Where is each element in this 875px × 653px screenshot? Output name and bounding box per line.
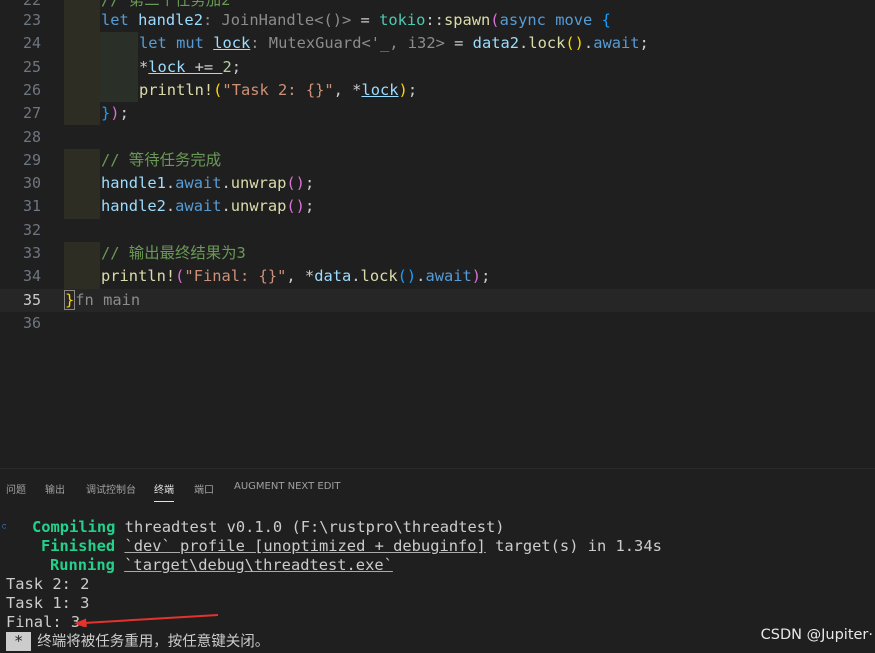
code-text[interactable]: println!("Task 2: {}", *lock);	[139, 79, 417, 102]
code-text[interactable]: handle1.await.unwrap();	[101, 172, 314, 195]
code-text[interactable]: // 输出最终结果为3	[101, 242, 246, 265]
code-line-26[interactable]: 26 println!("Task 2: {}", *lock);	[0, 78, 875, 103]
line-number-active: 35	[22, 290, 41, 309]
tab-debug-console[interactable]: 调试控制台	[86, 481, 136, 496]
code-line-28[interactable]: 28	[0, 126, 875, 149]
line-number: 26	[22, 80, 41, 99]
terminal-output-line: Task 2: 2	[6, 575, 90, 593]
code-line-36[interactable]: 36	[0, 312, 875, 335]
code-line-31[interactable]: 31 handle2.await.unwrap();	[0, 195, 875, 219]
code-line-25[interactable]: 25 *lock += 2;	[0, 55, 875, 79]
line-number: 34	[22, 267, 41, 286]
task-spinner-icon: ◦	[0, 519, 6, 535]
terminal-reuse-message: * 终端将被任务重用，按任意键关闭。	[6, 632, 269, 652]
line-number: 23	[22, 11, 41, 29]
matched-brace: }	[64, 289, 76, 310]
code-line-27[interactable]: 27 });	[0, 102, 875, 126]
tab-augment-next-edit[interactable]: AUGMENT NEXT EDIT	[234, 481, 340, 492]
tab-problems[interactable]: 问题	[6, 481, 26, 496]
code-line-32[interactable]: 32	[0, 219, 875, 242]
code-text[interactable]: // 等待任务完成	[101, 149, 221, 172]
code-text[interactable]: handle2.await.unwrap();	[101, 195, 314, 218]
code-text[interactable]: *lock += 2;	[139, 56, 241, 79]
code-text[interactable]: });	[101, 102, 129, 125]
line-number: 36	[22, 313, 41, 332]
terminal-line-finished: Finished `dev` profile [unoptimized + de…	[41, 537, 662, 555]
tab-ports[interactable]: 端口	[194, 481, 214, 496]
code-line-33[interactable]: 33 // 输出最终结果为3	[0, 242, 875, 266]
line-number: 24	[22, 34, 41, 53]
terminal-line-compiling: Compiling threadtest v0.1.0 (F:\rustpro\…	[32, 518, 505, 536]
red-arrow-annotation	[74, 614, 219, 627]
code-text[interactable]: let handle2: JoinHandle<()> = tokio::spa…	[101, 9, 611, 32]
line-number: 31	[22, 197, 41, 216]
code-line-24[interactable]: 24 let mut lock: MutexGuard<'_, i32> = d…	[0, 32, 875, 56]
line-number: 25	[22, 57, 41, 76]
code-text[interactable]: let mut lock: MutexGuard<'_, i32> = data…	[139, 32, 649, 55]
code-line-30[interactable]: 30 handle1.await.unwrap();	[0, 172, 875, 196]
line-number: 29	[22, 150, 41, 169]
code-text[interactable]: }fn main	[64, 289, 140, 312]
code-line-35[interactable]: 35 }fn main	[0, 288, 875, 312]
code-line-34[interactable]: 34 println!("Final: {}", *data.lock().aw…	[0, 265, 875, 289]
line-number: 33	[22, 244, 41, 262]
code-line-29[interactable]: 29 // 等待任务完成	[0, 148, 875, 173]
code-line-23[interactable]: 23 let handle2: JoinHandle<()> = tokio::…	[0, 9, 875, 33]
reuse-badge: *	[6, 632, 32, 651]
inlay-hint: fn main	[75, 290, 141, 309]
code-editor[interactable]: 22 // 第二个任务加2 23 let handle2: JoinHandle…	[0, 0, 875, 468]
code-text[interactable]: println!("Final: {}", *data.lock().await…	[101, 265, 490, 288]
terminal[interactable]: ◦ Compiling threadtest v0.1.0 (F:\rustpr…	[0, 507, 875, 653]
line-number: 28	[22, 127, 41, 146]
terminal-line-running: Running `target\debug\threadtest.exe`	[50, 556, 393, 574]
line-number: 32	[22, 220, 41, 239]
line-number: 27	[22, 104, 41, 123]
tab-output[interactable]: 输出	[45, 481, 65, 496]
tab-terminal[interactable]: 终端	[154, 481, 174, 502]
panel-tab-bar: 问题 输出 调试控制台 终端 端口 AUGMENT NEXT EDIT	[0, 469, 875, 507]
terminal-output-line: Task 1: 3	[6, 594, 90, 612]
watermark: CSDN @Jupiter·	[760, 627, 873, 643]
line-number: 30	[22, 174, 41, 193]
